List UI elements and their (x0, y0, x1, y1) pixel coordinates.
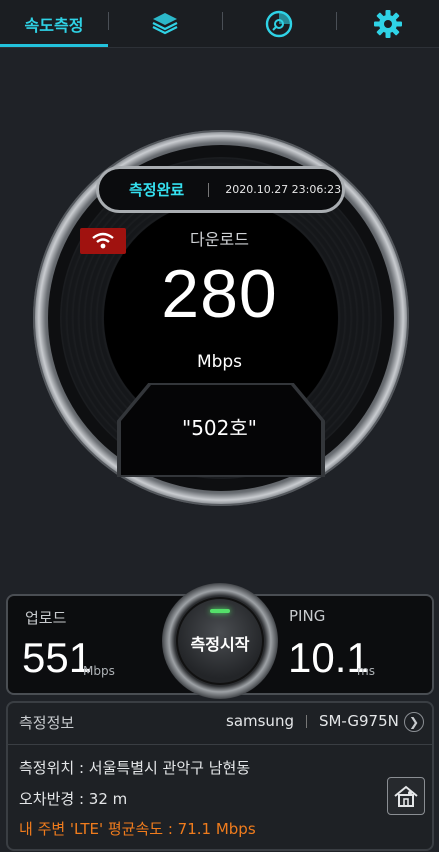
error-radius: 오차반경 : 32 m (19, 790, 128, 808)
status-divider (208, 182, 210, 197)
ping-unit: ms (357, 664, 375, 678)
upload-value: 551 (22, 634, 93, 681)
device-model: SM-G975N (318, 712, 399, 730)
tab-speed-test-label: 속도측정 (24, 15, 84, 35)
measurement-status: 측정완료 (129, 181, 185, 199)
info-title: 측정정보 (19, 714, 75, 732)
tab-settings[interactable] (336, 0, 439, 47)
layers-icon (152, 12, 178, 34)
home-location-button[interactable] (387, 777, 425, 815)
location-name: "502호" (182, 416, 257, 440)
tab-bar: 속도측정 (0, 0, 439, 48)
start-measurement-label: 측정시작 (190, 635, 250, 654)
download-value: 280 (161, 256, 278, 332)
download-label: 다운로드 (190, 230, 249, 249)
status-led (210, 609, 230, 613)
tab-history[interactable] (222, 0, 336, 47)
upload-label: 업로드 (25, 609, 67, 627)
device-divider (305, 714, 307, 728)
device-manufacturer: samsung (226, 712, 294, 730)
ping-label: PING (289, 607, 326, 625)
measurement-status-pill: 측정완료 2020.10.27 23:06:23 (96, 166, 345, 213)
disc-icon (265, 10, 293, 37)
chevron-right-icon: ❯ (408, 715, 420, 729)
device-detail-button[interactable]: ❯ (404, 712, 424, 732)
house-icon (394, 785, 418, 807)
tab-layers[interactable] (108, 0, 222, 47)
tab-speed-test[interactable]: 속도측정 (0, 0, 108, 47)
upload-unit: Mbps (83, 664, 115, 678)
gear-icon (373, 9, 402, 38)
info-divider (8, 744, 432, 745)
measurement-location: 측정위치 : 서울특별시 관악구 남현동 (19, 759, 251, 777)
download-unit: Mbps (196, 352, 243, 372)
measurement-datetime: 2020.10.27 23:06:23 (225, 183, 342, 196)
device-info: samsung SM-G975N (226, 712, 399, 730)
nearby-average-speed: 내 주변 'LTE' 평균속도 : 71.1 Mbps (19, 820, 256, 838)
